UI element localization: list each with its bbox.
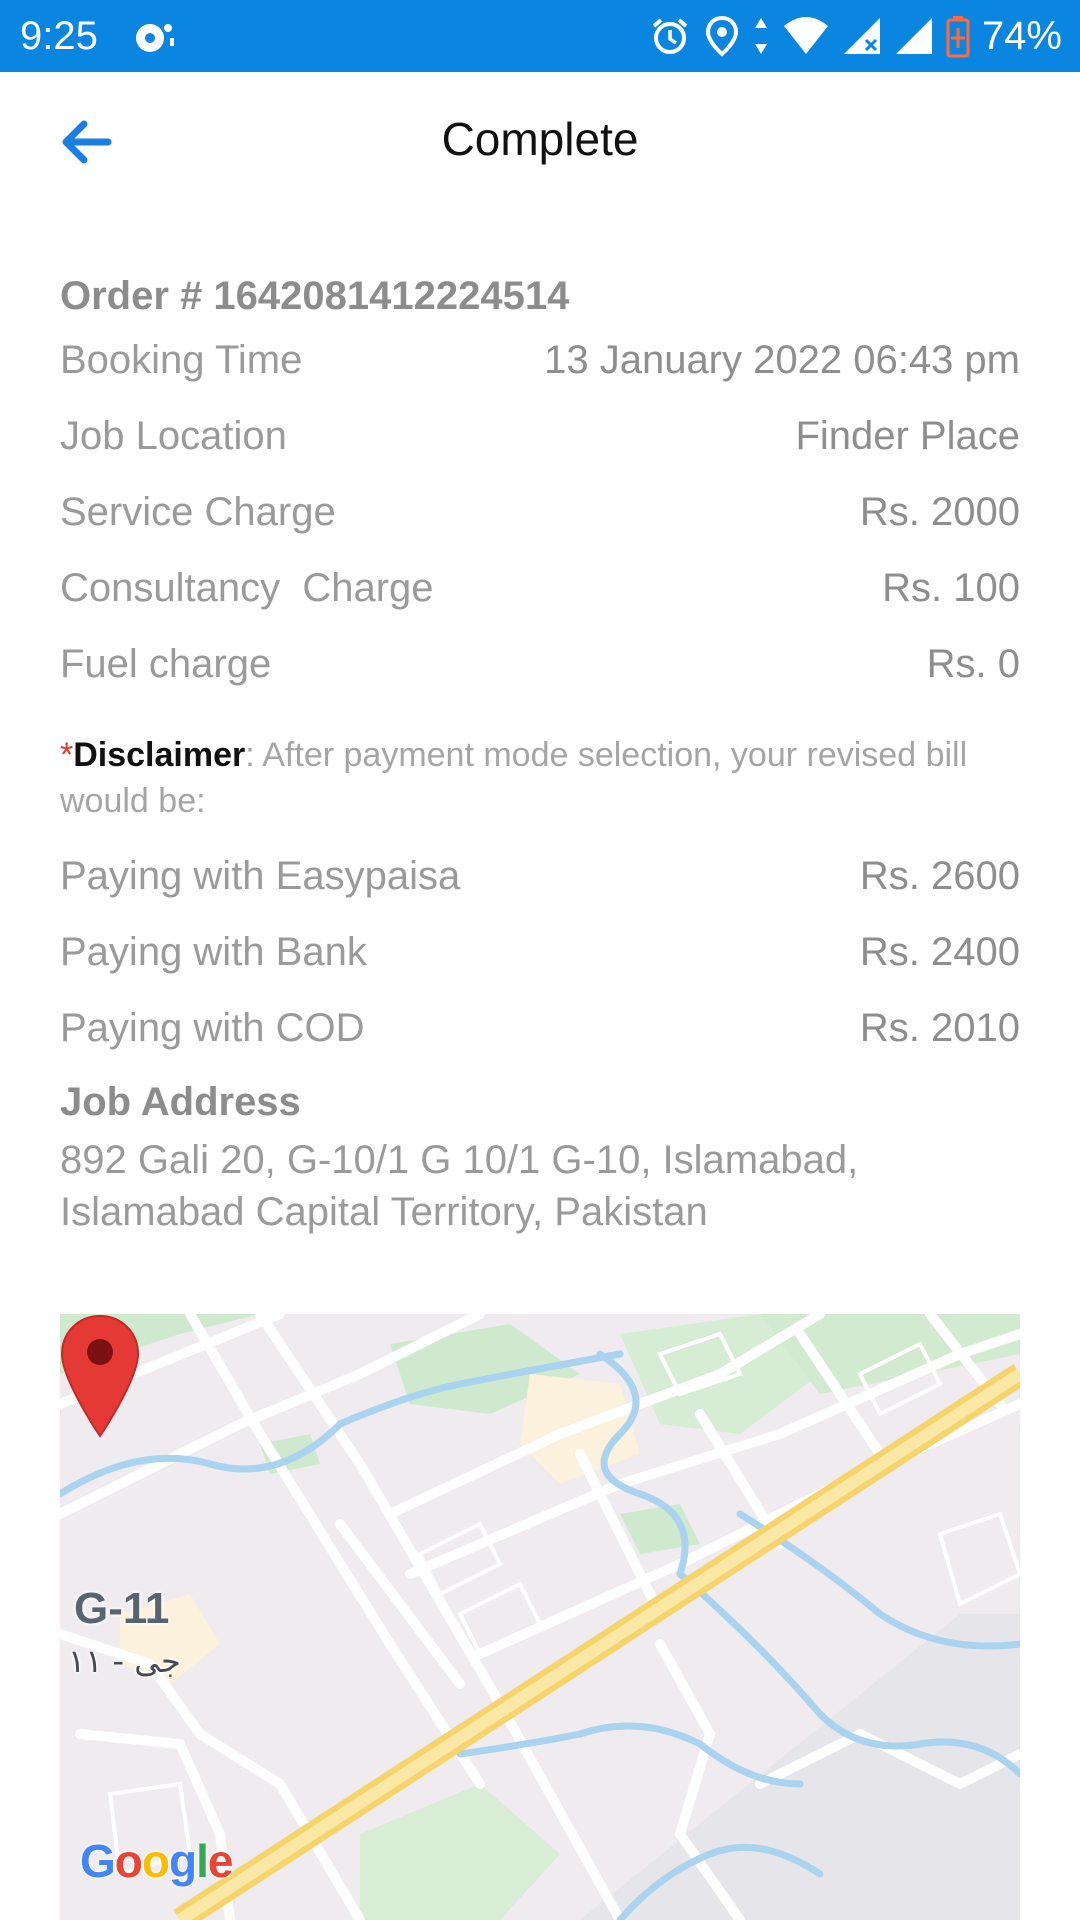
payment-value: Rs. 2400 [859,930,1020,974]
detail-value: Rs. 100 [882,566,1020,610]
logo-letter-e: e [207,1835,234,1887]
map-pin-icon[interactable] [60,1314,140,1438]
signal-x-icon [842,14,882,58]
payment-row-cod: Paying with COD Rs. 2010 [60,990,1020,1066]
detail-row-fuel-charge: Fuel charge Rs. 0 [60,626,1020,702]
map-tiles [60,1314,1020,1920]
map-view[interactable]: G-11 جی - ۱۱ Google [60,1314,1020,1920]
payment-row-easypaisa: Paying with Easypaisa Rs. 2600 [60,838,1020,914]
detail-value: 13 January 2022 06:43 pm [544,338,1020,382]
logo-letter-o1: o [114,1835,143,1887]
status-icons: 74% [648,8,1062,64]
payment-value: Rs. 2600 [859,854,1020,898]
payment-value: Rs. 2010 [859,1006,1020,1050]
detail-value: Finder Place [795,414,1020,458]
disclaimer: *Disclaimer: After payment mode selectio… [60,732,1020,828]
detail-label: Booking Time [60,338,303,382]
job-address-line-1: 892 Gali 20, G-10/1 G 10/1 G-10, Islamab… [60,1138,859,1182]
disclaimer-title: Disclaimer [73,736,246,774]
wifi-icon [782,14,830,58]
order-details: Order # 1642081412224514 Booking Time 13… [60,270,1020,1238]
payment-label: Paying with Easypaisa [60,854,461,898]
job-address-title: Job Address [60,1080,301,1124]
logo-letter-g2: g [169,1835,197,1887]
detail-label: Service Charge [60,490,336,534]
details-list: Booking Time 13 January 2022 06:43 pm Jo… [60,322,1020,702]
detail-row-service-charge: Service Charge Rs. 2000 [60,474,1020,550]
alarm-icon [648,14,692,58]
detail-row-job-location: Job Location Finder Place [60,398,1020,474]
payment-label: Paying with COD [60,1006,365,1050]
payment-row-bank: Paying with Bank Rs. 2400 [60,914,1020,990]
battery-percentage: 74% [981,14,1062,58]
data-arrows-icon [752,14,770,58]
order-number: Order # 1642081412224514 [60,274,570,318]
status-time: 9:25 [20,14,98,58]
detail-label: Fuel charge [60,642,272,686]
logo-letter-o2: o [141,1835,170,1887]
payment-options-list: Paying with Easypaisa Rs. 2600 Paying wi… [60,838,1020,1066]
job-address-line-2: Islamabad Capital Territory, Pakistan [60,1190,708,1234]
page-title: Complete [441,113,639,165]
location-icon [704,14,740,58]
payment-label: Paying with Bank [60,930,367,974]
google-logo[interactable]: Google [80,1834,234,1888]
signal-icon [894,14,934,58]
detail-label: Consultancy Charge [60,566,434,610]
map-area-label-urdu: جی - ۱۱ [68,1642,181,1680]
detail-value: Rs. 0 [926,642,1020,686]
detail-row-booking-time: Booking Time 13 January 2022 06:43 pm [60,322,1020,398]
detail-value: Rs. 2000 [859,490,1020,534]
required-star: * [60,736,74,774]
detail-label: Job Location [60,414,287,458]
status-bar: 9:25 74% [0,0,1080,72]
logo-letter-l: l [196,1835,209,1887]
map-area-label: G-11 [74,1584,170,1633]
app-bar: Complete [0,72,1080,214]
notification-icon [132,16,178,56]
logo-letter-g1: G [80,1835,116,1887]
battery-icon [946,14,970,58]
detail-row-consultancy-charge: Consultancy Charge Rs. 100 [60,550,1020,626]
